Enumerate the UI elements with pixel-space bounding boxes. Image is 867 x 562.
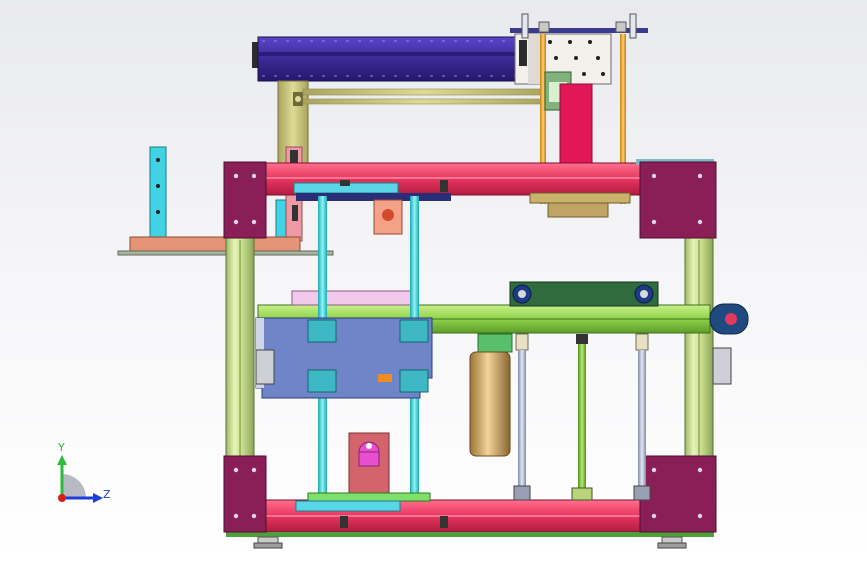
- frame-left-post: [225, 237, 255, 461]
- motor-gear-mount: [348, 432, 390, 494]
- z-axis-label: Z: [103, 488, 111, 501]
- top-linear-module: [252, 36, 529, 82]
- frame-right-post: [684, 237, 714, 461]
- horizontal-guide-rods: [302, 88, 544, 105]
- machine-assembly-drawing[interactable]: [0, 0, 867, 562]
- leveling-feet: [253, 536, 687, 549]
- pneumatic-cylinder: [469, 333, 513, 457]
- support-columns: [513, 333, 651, 501]
- coordinate-triad: Y Z: [48, 440, 118, 510]
- vertical-pillar-red: [559, 83, 593, 167]
- conveyor-drive-belt: [509, 281, 659, 307]
- y-axis-label: Y: [58, 441, 65, 454]
- cad-viewport[interactable]: Y Z: [0, 0, 867, 562]
